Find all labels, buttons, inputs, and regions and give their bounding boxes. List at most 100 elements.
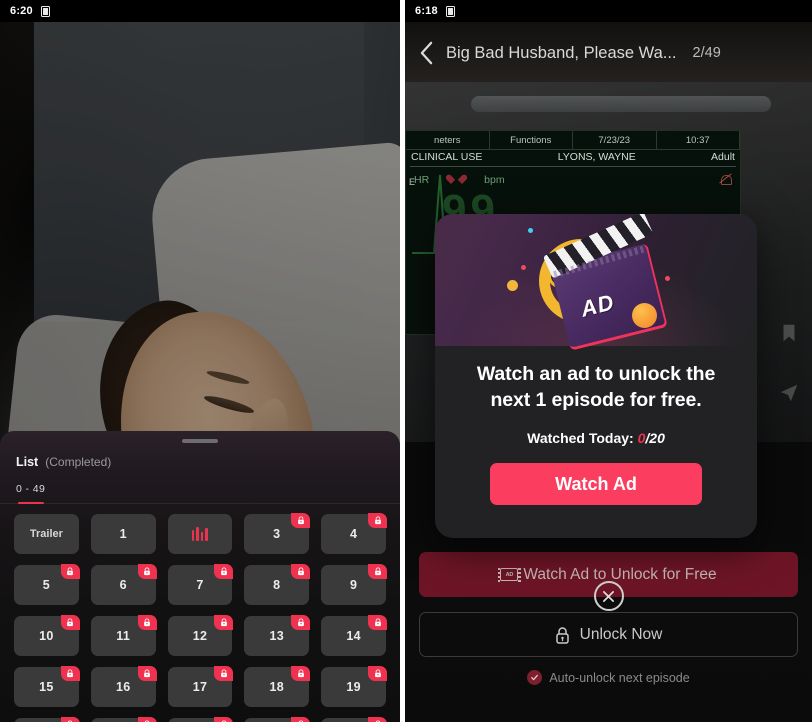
battery-icon <box>445 5 455 17</box>
episode-number: 11 <box>116 629 131 643</box>
sheet-subtitle: (Completed) <box>45 455 112 469</box>
episode-cell[interactable]: 20 <box>14 717 80 722</box>
episode-cell[interactable]: 9 <box>321 564 387 605</box>
status-bar-time: 6:20 <box>10 5 33 17</box>
episode-cell[interactable]: 23 <box>244 717 311 722</box>
episode-cell[interactable]: 6 <box>90 564 157 605</box>
episode-number: 3 <box>273 527 281 541</box>
status-bar-time: 6:18 <box>415 5 438 17</box>
lock-badge-icon <box>144 567 150 576</box>
episode-cell[interactable]: 10 <box>14 615 80 656</box>
episode-number: 14 <box>346 629 361 643</box>
right-content-stage: neters Functions 7/23/23 10:37 CLINICAL … <box>405 22 812 722</box>
lock-badge <box>137 666 157 681</box>
episode-grid: Trailer134567891011121314151617181920212… <box>14 513 387 722</box>
episode-number: 9 <box>349 578 358 592</box>
dual-panel-screenshot: 6:20 List (Completed) 0 - 49 Trailer 1 3… <box>0 0 812 722</box>
episode-number: 7 <box>196 578 204 592</box>
episode-number: 17 <box>192 680 208 694</box>
lock-badge <box>60 564 80 579</box>
episode-cell[interactable]: 1 <box>90 514 156 554</box>
lock-badge <box>368 615 387 630</box>
lock-badge <box>368 717 387 722</box>
decor-dot-orange <box>632 303 657 328</box>
lock-badge-icon <box>374 618 381 627</box>
episode-cell[interactable]: 12 <box>167 615 234 656</box>
decor-dot-cyan <box>528 228 533 233</box>
episode-cell[interactable]: 4 <box>321 513 387 554</box>
lock-badge <box>137 717 157 722</box>
right-status-bar: 6:18 <box>405 0 812 22</box>
lock-badge-icon <box>221 567 227 576</box>
lock-badge-icon <box>297 669 304 678</box>
lock-badge <box>368 513 387 528</box>
lock-badge-icon <box>297 567 304 576</box>
episode-cell[interactable]: 3 <box>244 513 311 554</box>
lock-badge <box>60 615 80 630</box>
lock-badge <box>214 564 234 579</box>
watched-today-total: /20 <box>645 430 665 447</box>
episode-number: 18 <box>269 680 285 694</box>
episode-cell[interactable]: 16 <box>90 666 157 707</box>
range-tab-bar: 0 - 49 <box>0 469 400 504</box>
episode-cell[interactable]: 11 <box>90 615 157 656</box>
episode-grid-scroll[interactable]: Trailer134567891011121314151617181920212… <box>0 504 400 722</box>
clapperboard-label: AD <box>578 289 618 322</box>
left-status-bar: 6:20 <box>0 0 400 22</box>
lock-badge-icon <box>374 669 381 678</box>
episode-cell[interactable]: Trailer <box>14 514 79 554</box>
lock-badge <box>214 615 234 630</box>
lock-badge <box>60 717 80 722</box>
lock-badge-icon <box>67 669 74 678</box>
lock-badge <box>137 615 157 630</box>
episode-number: 1 <box>119 527 127 541</box>
lock-badge <box>291 666 311 681</box>
episode-number: 4 <box>349 527 358 541</box>
episode-cell[interactable]: 15 <box>14 666 80 707</box>
lock-badge-icon <box>374 567 381 576</box>
episode-number: 19 <box>346 680 361 694</box>
lock-badge <box>291 513 311 528</box>
sheet-title: List <box>16 455 39 469</box>
watch-ad-button[interactable]: Watch Ad <box>490 463 702 506</box>
lock-badge-icon <box>297 516 304 525</box>
clapperboard-icon: AD <box>542 214 668 351</box>
lock-badge <box>291 564 311 579</box>
decor-dot-yellow <box>507 280 518 291</box>
lock-badge <box>214 717 234 722</box>
lock-badge-icon <box>144 669 150 678</box>
modal-title: Watch an ad to unlock the next 1 episode… <box>476 363 716 411</box>
episode-cell[interactable]: 7 <box>167 564 234 605</box>
episode-cell[interactable]: 18 <box>244 666 311 707</box>
watched-today-row: Watched Today: 0/20 <box>457 430 735 446</box>
episode-cell[interactable] <box>167 514 233 554</box>
episode-cell[interactable]: 19 <box>321 666 387 707</box>
lock-badge-icon <box>374 516 381 525</box>
episode-cell[interactable]: 22 <box>167 717 234 722</box>
episode-cell[interactable]: 13 <box>244 615 311 656</box>
episode-cell[interactable]: 14 <box>321 615 387 656</box>
episode-cell[interactable]: 8 <box>244 564 311 605</box>
episode-cell[interactable]: 24 <box>321 717 387 722</box>
lock-badge <box>368 666 387 681</box>
trailer-label: Trailer <box>29 528 63 540</box>
episode-number: 5 <box>42 578 51 592</box>
ad-unlock-modal: AD Watch an ad to unlock the next 1 epis… <box>435 214 757 538</box>
lock-badge-icon <box>221 618 227 627</box>
range-tab-label: 0 - 49 <box>16 483 46 495</box>
episode-number: 8 <box>273 578 281 592</box>
episode-number: 15 <box>39 680 54 694</box>
lock-badge-icon <box>144 618 150 627</box>
lock-badge <box>137 564 157 579</box>
episode-number: 16 <box>115 680 131 694</box>
sheet-header: List (Completed) <box>0 443 400 469</box>
lock-badge <box>291 615 311 630</box>
range-tab-0-49[interactable]: 0 - 49 <box>16 479 45 504</box>
episode-cell[interactable]: 21 <box>90 717 157 722</box>
episode-cell[interactable]: 5 <box>14 564 80 605</box>
ad-unlock-modal-layer: AD Watch an ad to unlock the next 1 epis… <box>405 22 812 722</box>
episode-number: 13 <box>269 629 285 643</box>
episode-cell[interactable]: 17 <box>167 666 234 707</box>
modal-body: Watch an ad to unlock the next 1 episode… <box>435 346 757 506</box>
now-playing-icon <box>191 527 208 541</box>
